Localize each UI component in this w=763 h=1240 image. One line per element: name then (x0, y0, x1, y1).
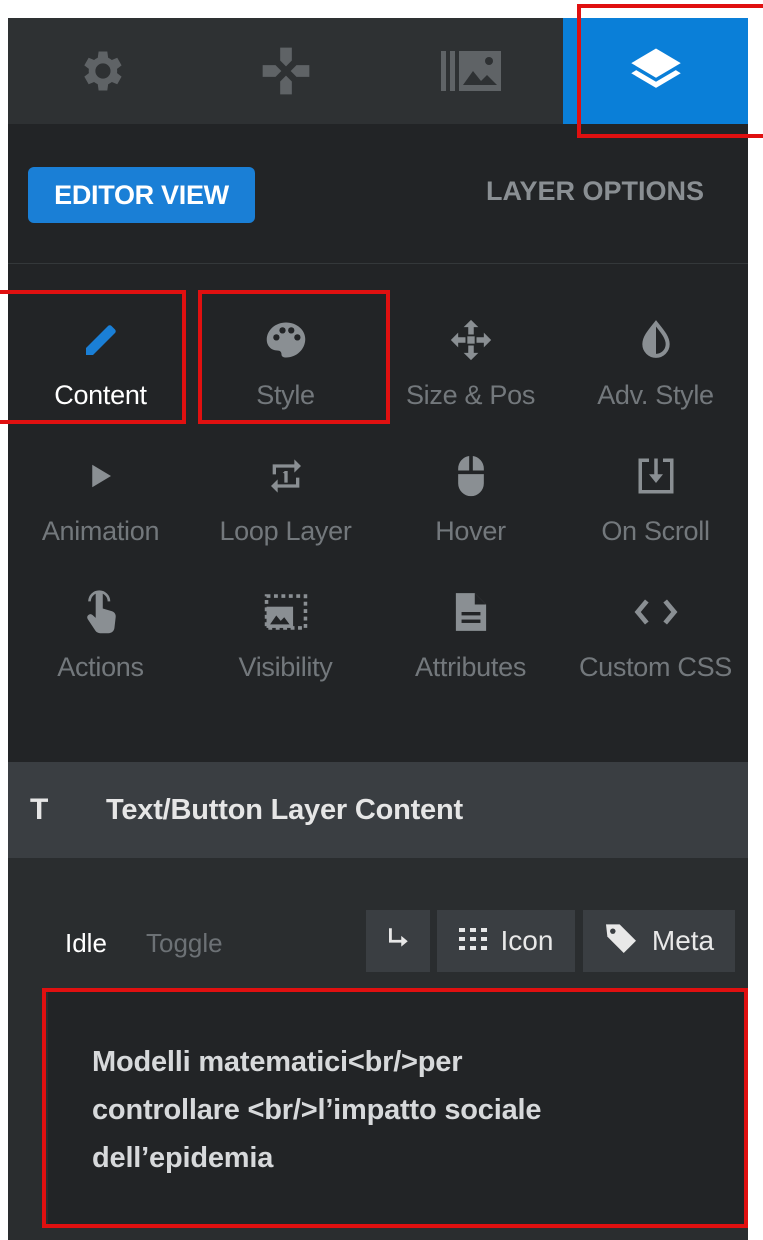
tab-modules[interactable] (193, 18, 378, 124)
icon-button[interactable]: Icon (437, 910, 575, 972)
panel-header: EDITOR VIEW LAYER OPTIONS (8, 124, 748, 264)
option-animation[interactable]: Animation (8, 426, 193, 562)
layer-options-heading: LAYER OPTIONS (486, 176, 705, 206)
text-line: controllare <br/>l’impatto sociale (92, 1094, 542, 1126)
section-title: Text/Button Layer Content (106, 793, 463, 826)
option-visibility[interactable]: Visibility (193, 562, 378, 698)
move-arrows-icon (449, 310, 493, 370)
option-label: On Scroll (601, 516, 710, 546)
option-label: Attributes (414, 652, 527, 682)
meta-button-label: Meta (651, 925, 715, 956)
content-area: Idle Toggle Icon Meta Modelli matematici… (8, 858, 748, 1240)
option-attributes[interactable]: Attributes (378, 562, 563, 698)
option-style[interactable]: Style (193, 290, 378, 426)
line-break-button[interactable] (366, 910, 430, 972)
app-root: EDITOR VIEW LAYER OPTIONS Content Style … (0, 0, 763, 1240)
option-custom-css[interactable]: Custom CSS (563, 562, 748, 698)
option-size-pos[interactable]: Size & Pos (378, 290, 563, 426)
option-adv-style[interactable]: Adv. Style (563, 290, 748, 426)
code-icon (634, 582, 678, 642)
option-label: Visibility (238, 652, 333, 682)
hand-pointer-icon (83, 582, 119, 642)
grid-dots-icon (458, 925, 487, 957)
pencil-icon (81, 310, 121, 370)
gear-icon (75, 45, 127, 97)
top-tab-bar (8, 18, 748, 124)
text-layer-icon: T (30, 793, 49, 826)
file-icon (454, 582, 488, 642)
tab-media[interactable] (378, 18, 563, 124)
tab-layers[interactable] (563, 18, 748, 124)
option-label: Style (256, 380, 315, 410)
loop-icon (266, 446, 306, 506)
scroll-download-icon (635, 446, 677, 506)
option-label: Content (54, 380, 147, 410)
gamepad-icon (258, 43, 314, 99)
icon-button-label: Icon (500, 925, 554, 956)
return-arrow-icon (385, 925, 411, 958)
option-content[interactable]: Content (8, 290, 193, 426)
meta-button[interactable]: Meta (583, 910, 735, 972)
play-icon (86, 446, 116, 506)
tab-settings[interactable] (8, 18, 193, 124)
state-idle-tab[interactable]: Idle (65, 928, 107, 959)
option-label: Animation (41, 516, 160, 546)
mouse-icon (454, 446, 488, 506)
option-label: Loop Layer (219, 516, 352, 546)
option-actions[interactable]: Actions (8, 562, 193, 698)
visibility-image-icon (263, 582, 309, 642)
option-label: Adv. Style (597, 380, 714, 410)
editor-view-button[interactable]: EDITOR VIEW (28, 167, 255, 223)
layers-icon (629, 46, 683, 96)
text-line: dell’epidemia (92, 1142, 274, 1174)
section-header[interactable]: T Text/Button Layer Content (8, 762, 748, 858)
option-hover[interactable]: Hover (378, 426, 563, 562)
tag-icon (604, 923, 638, 960)
option-loop-layer[interactable]: Loop Layer (193, 426, 378, 562)
palette-icon (265, 310, 307, 370)
option-on-scroll[interactable]: On Scroll (563, 426, 748, 562)
option-label: Hover (435, 516, 506, 546)
contrast-icon (639, 310, 673, 370)
option-label: Size & Pos (405, 380, 536, 410)
state-toggle-tab[interactable]: Toggle (146, 928, 223, 959)
media-library-icon (440, 51, 501, 91)
option-label: Actions (57, 652, 144, 682)
option-label: Custom CSS (578, 652, 733, 682)
text-line: Modelli matematici<br/>per (92, 1046, 463, 1078)
layer-text-editor[interactable]: Modelli matematici<br/>per controllare <… (48, 990, 746, 1226)
